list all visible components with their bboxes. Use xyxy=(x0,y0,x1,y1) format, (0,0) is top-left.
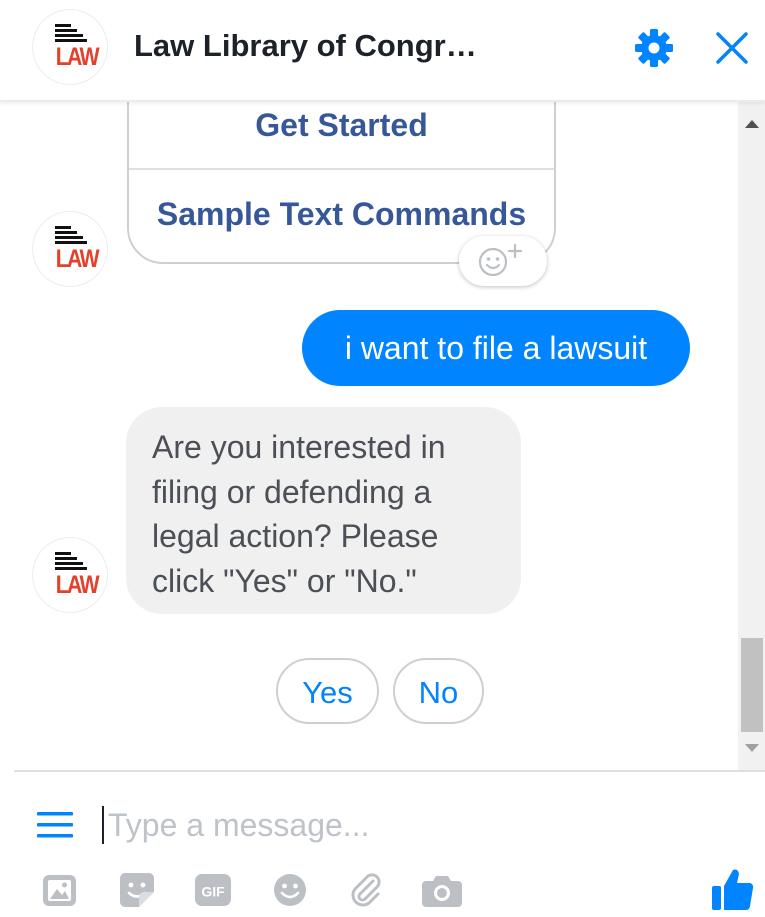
scroll-down-arrow[interactable] xyxy=(745,740,759,758)
bot-message-line: filing or defending a xyxy=(152,473,432,510)
gear-icon[interactable] xyxy=(632,26,676,70)
camera-icon[interactable] xyxy=(420,870,462,910)
user-message-bubble: i want to file a lawsuit xyxy=(302,310,690,386)
smiley-plus-icon xyxy=(478,243,523,277)
add-reaction-button[interactable] xyxy=(459,236,547,286)
chat-title: Law Library of Congr… xyxy=(134,28,477,63)
bot-message-line: click "Yes" or "No." xyxy=(152,562,417,599)
bot-message-line: legal action? Please xyxy=(152,518,439,554)
bot-message-text: Are you interested in filing or defendin… xyxy=(152,425,512,603)
sample-text-commands-button[interactable]: Sample Text Commands xyxy=(127,193,556,237)
quick-reply-yes[interactable]: Yes xyxy=(276,658,379,724)
quick-reply-no[interactable]: No xyxy=(393,658,484,724)
chat-header: LAW Law Library of Congr… xyxy=(0,0,765,102)
card-divider xyxy=(129,168,554,170)
paperclip-icon[interactable] xyxy=(346,870,386,910)
bot-avatar: LAW xyxy=(33,538,107,612)
logo-text: LAW xyxy=(55,245,100,273)
emoji-icon[interactable] xyxy=(270,870,310,910)
image-icon[interactable] xyxy=(40,870,80,910)
scroll-up-arrow[interactable] xyxy=(745,116,759,134)
hamburger-menu-icon[interactable] xyxy=(37,810,73,840)
thumbs-up-icon[interactable] xyxy=(710,866,756,912)
logo-text: LAW xyxy=(55,571,100,599)
close-icon[interactable] xyxy=(712,28,752,68)
logo-text: LAW xyxy=(55,43,100,71)
bot-avatar: LAW xyxy=(33,212,107,286)
get-started-button[interactable]: Get Started xyxy=(127,104,556,168)
composer-divider xyxy=(14,770,765,772)
svg-text:GIF: GIF xyxy=(201,884,225,900)
message-input[interactable] xyxy=(108,800,708,850)
bot-message-line: Are you interested in xyxy=(152,429,446,465)
gif-icon[interactable]: GIF xyxy=(193,870,233,910)
avatar: LAW xyxy=(33,10,107,84)
text-cursor xyxy=(102,806,104,844)
sticker-icon[interactable] xyxy=(117,870,157,910)
scrollbar-thumb[interactable] xyxy=(741,638,763,732)
